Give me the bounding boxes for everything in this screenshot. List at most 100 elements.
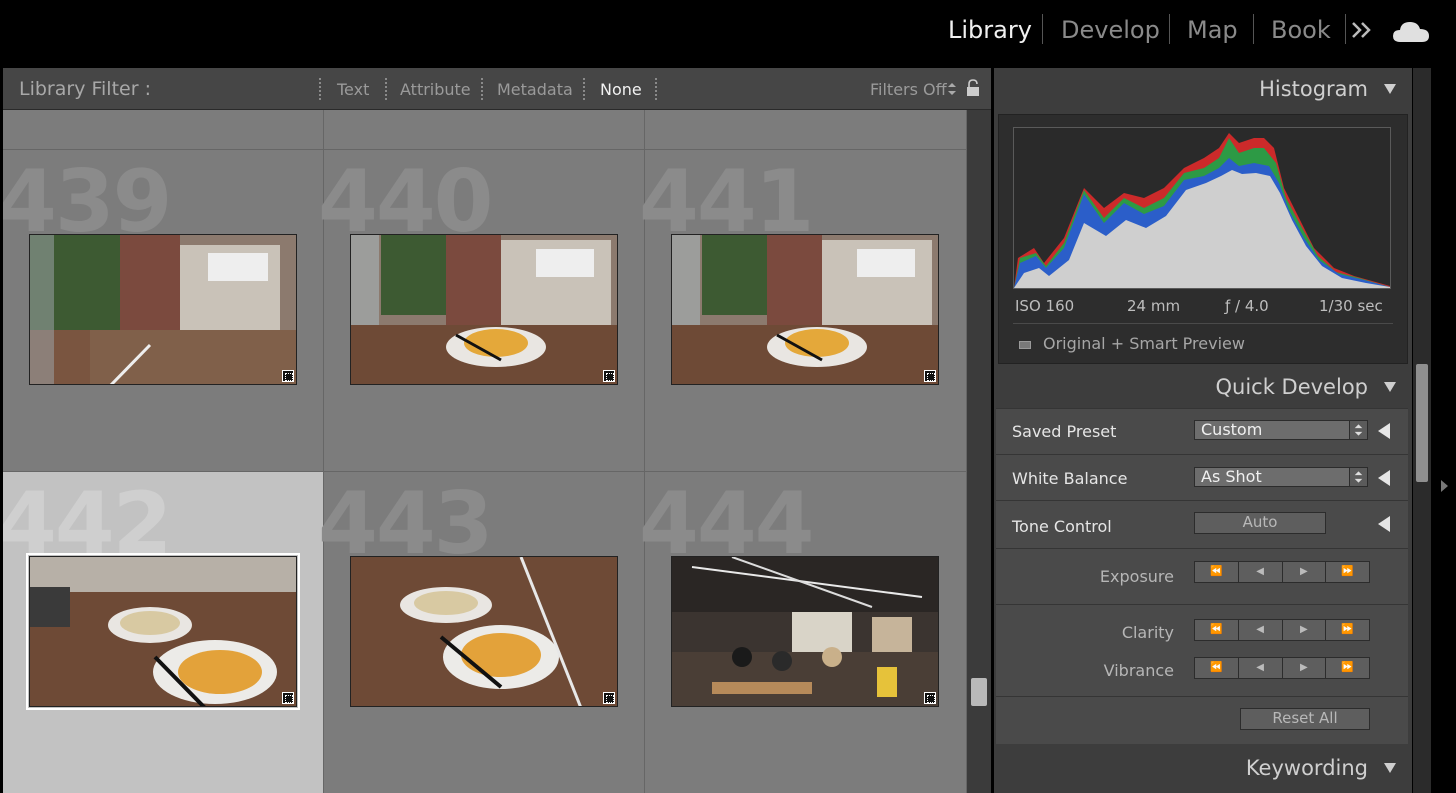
grid-cell[interactable]: 444 (639, 472, 967, 793)
updown-arrows-icon[interactable] (947, 81, 957, 97)
preview-status-label: Original + Smart Preview (1043, 334, 1245, 353)
exposure-label: Exposure (1099, 567, 1174, 586)
exposure-decrease-large[interactable]: ⏪ (1195, 562, 1239, 582)
histogram-curve (1014, 133, 1390, 288)
histogram-iso: ISO 160 (1015, 297, 1075, 315)
vibrance-increase-small[interactable]: ▶ (1283, 658, 1327, 678)
clarity-stepper[interactable]: ⏪ ◀ ▶ ⏩ (1194, 619, 1370, 641)
photo-dumplings-omelette (351, 557, 617, 706)
filter-tab-attribute[interactable]: Attribute (400, 80, 471, 99)
histogram-graph[interactable] (1013, 127, 1391, 289)
grid-cell[interactable] (645, 110, 967, 150)
saved-preset-label: Saved Preset (1012, 422, 1117, 441)
grid-cell-selected[interactable]: 442 (3, 472, 324, 793)
filters-state-dropdown[interactable]: Filters Off (870, 80, 947, 99)
photo-thumbnail[interactable] (29, 234, 297, 385)
filter-tab-none[interactable]: None (600, 80, 642, 99)
lock-icon[interactable] (966, 79, 980, 97)
histogram-header[interactable]: Histogram (994, 68, 1412, 112)
quick-develop-header[interactable]: Quick Develop (994, 366, 1412, 410)
white-balance-row: White Balance As Shot (996, 454, 1408, 500)
photo-thumbnail[interactable] (671, 556, 939, 707)
histogram-focal-length: 24 mm (1127, 297, 1181, 315)
saved-preset-value: Custom (1201, 420, 1263, 439)
reset-all-button[interactable]: Reset All (1240, 708, 1370, 730)
photo-omelette-window (672, 235, 938, 384)
filter-divider (583, 78, 585, 100)
exposure-increase-large[interactable]: ⏩ (1326, 562, 1369, 582)
white-balance-label: White Balance (1012, 469, 1128, 488)
edit-badge-icon (282, 370, 294, 382)
module-book[interactable]: Book (1271, 16, 1331, 44)
filter-divider (319, 78, 321, 100)
vibrance-stepper[interactable]: ⏪ ◀ ▶ ⏩ (1194, 657, 1370, 679)
exposure-stepper[interactable]: ⏪ ◀ ▶ ⏩ (1194, 561, 1370, 583)
collapse-triangle-icon[interactable] (1384, 763, 1396, 773)
panel-collapse-arrow-icon[interactable] (1441, 480, 1448, 492)
exposure-increase-small[interactable]: ▶ (1283, 562, 1327, 582)
clarity-decrease-small[interactable]: ◀ (1239, 620, 1283, 640)
keywording-header[interactable]: Keywording (994, 745, 1412, 793)
photo-thumbnail[interactable] (26, 553, 300, 710)
grid-cell[interactable] (324, 110, 645, 150)
collapse-triangle-icon[interactable] (1384, 382, 1396, 392)
white-balance-value: As Shot (1201, 467, 1262, 486)
filter-tab-metadata[interactable]: Metadata (497, 80, 573, 99)
expand-triangle-icon[interactable] (1378, 423, 1390, 439)
saved-preset-select[interactable]: Custom (1194, 420, 1368, 440)
grid-cell[interactable] (3, 110, 324, 150)
auto-tone-button[interactable]: Auto (1194, 512, 1326, 534)
grid-scrollbar-thumb[interactable] (971, 678, 987, 706)
module-develop[interactable]: Develop (1061, 16, 1160, 44)
collapse-triangle-icon[interactable] (1384, 84, 1396, 94)
photo-thumbnail[interactable] (671, 234, 939, 385)
edit-badge-icon (282, 692, 294, 704)
photo-thumbnail[interactable] (350, 556, 618, 707)
histogram-aperture: ƒ / 4.0 (1225, 297, 1269, 315)
grid-cell[interactable]: 440 (318, 150, 645, 472)
updown-arrows-icon (1349, 421, 1367, 439)
edit-badge-icon (603, 692, 615, 704)
photo-street-view (30, 235, 296, 384)
double-chevron-right-icon[interactable] (1350, 16, 1374, 44)
vibrance-decrease-small[interactable]: ◀ (1239, 658, 1283, 678)
smart-preview-icon (1019, 341, 1031, 349)
module-library[interactable]: Library (948, 16, 1032, 44)
photo-thumbnail[interactable] (350, 234, 618, 385)
right-panel-scrollbar[interactable] (1413, 68, 1431, 793)
filter-divider (655, 78, 657, 100)
expand-triangle-icon[interactable] (1378, 470, 1390, 486)
clarity-increase-small[interactable]: ▶ (1283, 620, 1327, 640)
filter-divider (481, 78, 483, 100)
cloud-icon[interactable] (1392, 18, 1430, 44)
module-map[interactable]: Map (1187, 16, 1238, 44)
vibrance-decrease-large[interactable]: ⏪ (1195, 658, 1239, 678)
grid-cell[interactable]: 443 (318, 472, 645, 793)
edit-badge-icon (924, 370, 936, 382)
module-divider (1253, 14, 1254, 44)
photo-dumplings-omelette (30, 557, 296, 706)
updown-arrows-icon (1349, 468, 1367, 486)
thumbnail-grid: 439 440 441 442 443 444 (3, 110, 967, 793)
reset-row: Reset All (996, 696, 1408, 744)
grid-cell[interactable]: 441 (639, 150, 967, 472)
expand-triangle-icon[interactable] (1378, 516, 1390, 532)
module-divider (1169, 14, 1170, 44)
white-balance-select[interactable]: As Shot (1194, 467, 1368, 487)
tone-control-row: Tone Control Auto (996, 500, 1408, 548)
clarity-increase-large[interactable]: ⏩ (1326, 620, 1369, 640)
clarity-decrease-large[interactable]: ⏪ (1195, 620, 1239, 640)
exposure-decrease-small[interactable]: ◀ (1239, 562, 1283, 582)
module-divider (1345, 14, 1346, 44)
filter-tab-text[interactable]: Text (337, 80, 369, 99)
module-divider (1042, 14, 1043, 44)
filter-divider (385, 78, 387, 100)
histogram-title: Histogram (1259, 77, 1368, 101)
saved-preset-row: Saved Preset Custom (996, 408, 1408, 454)
vibrance-increase-large[interactable]: ⏩ (1326, 658, 1369, 678)
right-panel-scrollbar-thumb[interactable] (1416, 364, 1428, 482)
grid-scrollbar[interactable] (967, 110, 991, 793)
grid-cell[interactable]: 439 (3, 150, 324, 472)
edit-badge-icon (603, 370, 615, 382)
right-panel: Histogram ISO 160 24 mm ƒ / 4.0 1/30 sec… (994, 68, 1412, 793)
